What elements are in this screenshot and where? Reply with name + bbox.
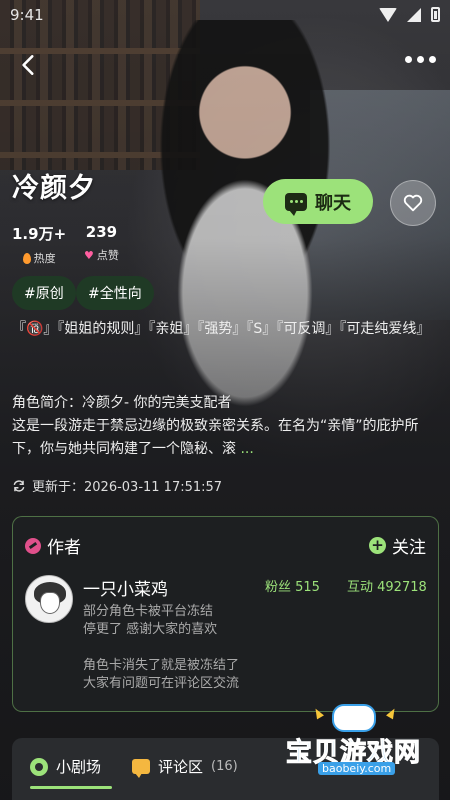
- character-keywords: 『🔞』『姐姐的规则』『亲姐』『强势』『S』『可反调』『可走纯爱线』: [12, 321, 431, 337]
- flame-icon: [22, 252, 31, 264]
- more-options-button[interactable]: [405, 56, 436, 63]
- update-time-text: 更新于：2026-03-11 17:51:57: [32, 480, 223, 495]
- active-tab-indicator: [30, 786, 112, 789]
- like-button[interactable]: [390, 180, 436, 226]
- author-interactions: 互动 492718: [347, 580, 427, 595]
- chat-button[interactable]: 聊天: [263, 179, 373, 224]
- refresh-icon: [13, 479, 25, 492]
- heat-label: 热度: [33, 252, 56, 265]
- tag-all-orientation[interactable]: #全性向: [76, 276, 154, 310]
- comments-count: (16): [211, 759, 238, 774]
- intro-line-1: 角色简介：冷颜夕- 你的完美支配者: [12, 395, 232, 411]
- likes-label: 点赞: [96, 249, 119, 262]
- more-dots-icon: [405, 56, 412, 63]
- watermark-url: baobeiy.com: [318, 762, 396, 775]
- chat-button-label: 聊天: [315, 192, 351, 214]
- chat-bubble-icon: [285, 192, 307, 216]
- likes-value: 239: [85, 223, 118, 241]
- follow-label: 关注: [392, 538, 426, 558]
- tab-comments[interactable]: 评论区 (16): [132, 756, 238, 778]
- author-fans: 粉丝 515: [265, 580, 320, 595]
- author-bio: 部分角色卡被平台冻结 停更了 感谢大家的喜欢 角色卡消失了就是被冻结了 大家有问…: [83, 604, 240, 691]
- expand-intro-link[interactable]: ...: [240, 441, 253, 457]
- update-time: 更新于：2026-03-11 17:51:57: [12, 476, 222, 495]
- site-watermark: 宝贝游戏网 baobeiy.com: [278, 700, 438, 784]
- status-time: 9:41: [10, 6, 44, 24]
- author-section-title: 作者: [25, 533, 81, 558]
- wifi-icon: [379, 7, 397, 22]
- character-name: 冷颜夕: [12, 173, 96, 204]
- tab-theater[interactable]: 小剧场: [30, 756, 101, 777]
- heart-outline-icon: [403, 194, 423, 212]
- author-name[interactable]: 一只小菜鸡: [83, 575, 168, 600]
- back-button[interactable]: [16, 52, 42, 78]
- likes-stat: 239 ♥ 点赞: [84, 223, 119, 263]
- tag-original[interactable]: #原创: [12, 276, 76, 310]
- chevron-left-icon: [22, 55, 34, 75]
- heat-stat: 1.9万+ 热度: [12, 223, 66, 266]
- plus-icon: +: [369, 537, 386, 554]
- gamepad-icon: [332, 704, 376, 732]
- film-reel-icon: [30, 757, 48, 776]
- author-avatar[interactable]: [25, 575, 73, 623]
- comment-icon: [132, 759, 150, 778]
- status-bar: 9:41: [0, 0, 450, 30]
- author-card: 作者 + 关注 一只小菜鸡 粉丝 515 互动 492718 部分角色卡被平台冻…: [12, 516, 439, 712]
- heat-value: 1.9万+: [12, 225, 67, 243]
- character-intro[interactable]: 角色简介：冷颜夕- 你的完美支配者 这是一段游走于禁忌边缘的极致亲密关系。在名为…: [12, 392, 442, 461]
- pen-icon: [25, 537, 41, 554]
- battery-icon: [431, 7, 440, 22]
- follow-button[interactable]: + 关注: [369, 533, 426, 558]
- heart-icon: ♥: [84, 248, 94, 262]
- intro-line-2: 这是一段游走于禁忌边缘的极致亲密关系。在名为“亲情”的庇护所下，你与她共同构建了…: [12, 418, 419, 457]
- signal-icon: [407, 7, 421, 22]
